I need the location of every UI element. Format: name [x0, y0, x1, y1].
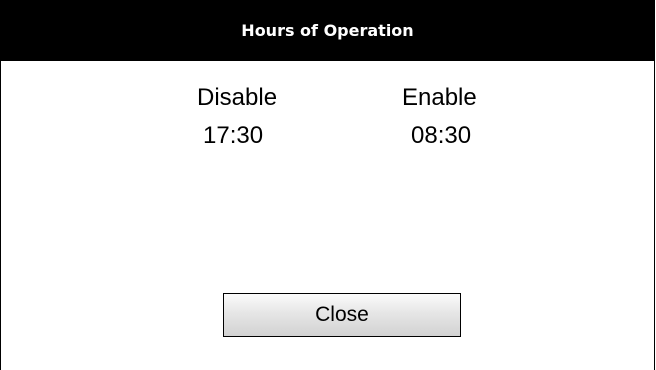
dialog-title: Hours of Operation: [241, 21, 414, 40]
disable-time-value: 17:30: [203, 122, 264, 149]
enable-time-value: 08:30: [411, 122, 472, 149]
disable-label: Disable: [197, 84, 278, 111]
hours-of-operation-dialog: Hours of Operation Disable Enable 17:30 …: [0, 0, 655, 370]
dialog-title-bar: Hours of Operation: [1, 0, 654, 61]
enable-label: Enable: [402, 84, 477, 111]
close-button[interactable]: Close: [223, 293, 461, 337]
